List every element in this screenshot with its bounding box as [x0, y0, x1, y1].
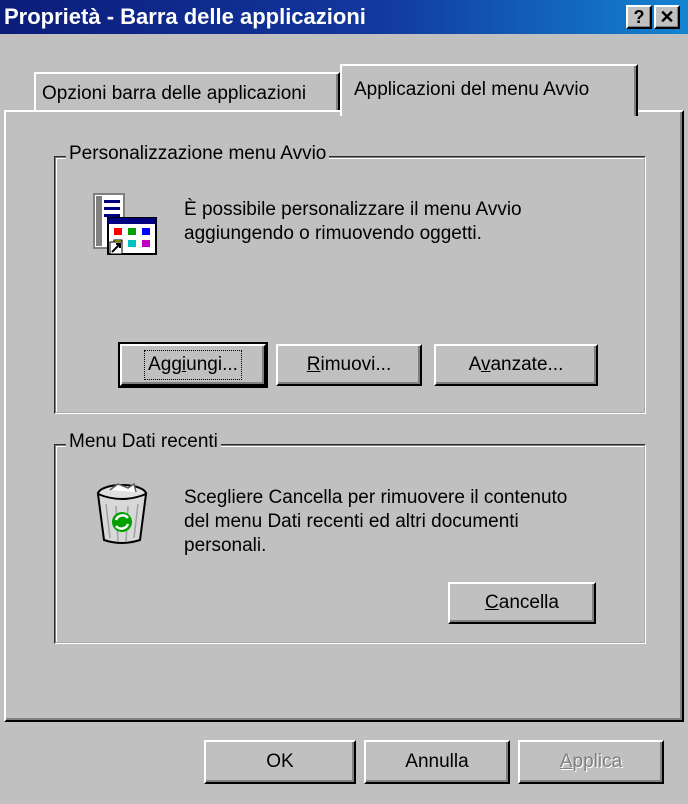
cancel-button-label: Annulla: [405, 751, 469, 772]
add-button-label: Aggiungi...: [144, 350, 242, 380]
tab-taskbar-options[interactable]: Opzioni barra delle applicazioni: [34, 72, 340, 112]
close-button[interactable]: ✕: [654, 5, 680, 29]
cancel-button[interactable]: Annulla: [364, 740, 510, 784]
apply-button[interactable]: Applica: [518, 740, 664, 784]
tab-label: Opzioni barra delle applicazioni: [42, 83, 307, 104]
recycle-bin-icon: [92, 480, 152, 546]
start-menu-description: È possibile personalizzare il menu Avvio…: [184, 199, 522, 244]
recent-docs-group-legend: Menu Dati recenti: [66, 431, 221, 453]
recent-docs-description: Scegliere Cancella per rimuovere il cont…: [184, 487, 568, 556]
clear-button-label: Cancella: [485, 592, 559, 613]
start-menu-icon: [92, 192, 160, 258]
remove-button[interactable]: Rimuovi...: [276, 344, 422, 386]
help-button[interactable]: ?: [626, 5, 652, 29]
start-menu-group-legend: Personalizzazione menu Avvio: [66, 143, 330, 165]
add-button[interactable]: Aggiungi...: [118, 342, 268, 388]
ok-button-label: OK: [266, 751, 294, 772]
tab-start-menu-programs[interactable]: Applicazioni del menu Avvio: [340, 64, 638, 116]
advanced-button[interactable]: Avanzate...: [434, 344, 598, 386]
close-icon: ✕: [659, 7, 675, 27]
apply-button-label: Applica: [559, 751, 623, 772]
window-title: Proprietà - Barra delle applicazioni: [4, 4, 366, 29]
ok-button[interactable]: OK: [204, 740, 356, 784]
remove-button-label: Rimuovi...: [306, 354, 392, 375]
advanced-button-label: Avanzate...: [468, 354, 564, 375]
clear-button[interactable]: Cancella: [448, 582, 596, 624]
tab-label: Applicazioni del menu Avvio: [354, 79, 590, 100]
